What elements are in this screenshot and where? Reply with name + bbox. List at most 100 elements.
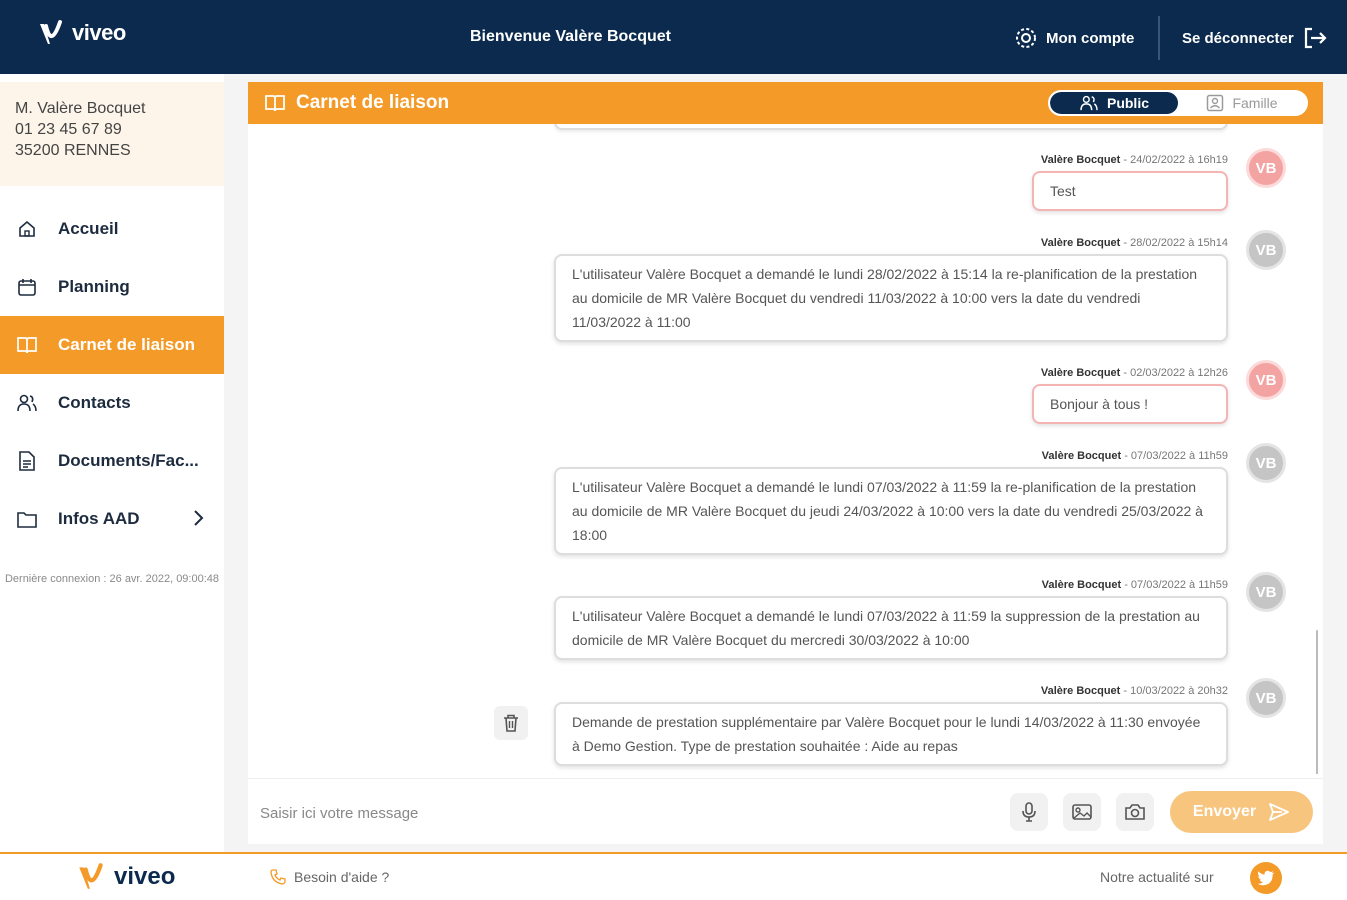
- avatar: VB: [1246, 230, 1286, 270]
- toggle-famille[interactable]: Famille: [1178, 92, 1306, 114]
- folder-icon: [16, 508, 38, 530]
- camera-icon: [1125, 804, 1145, 820]
- message-item: Valère Bocquet - 24/02/2022 à 16h19 Test: [1032, 154, 1228, 211]
- sidebar-item-label: Documents/Fac...: [58, 451, 199, 470]
- home-icon: [16, 218, 38, 240]
- message-input[interactable]: [248, 793, 988, 833]
- message-author: Valère Bocquet: [1040, 367, 1121, 379]
- help-label: Besoin d'aide ?: [294, 869, 390, 885]
- message-author: Valère Bocquet: [1041, 450, 1122, 462]
- message-composer: Envoyer: [248, 778, 1323, 844]
- panel-title-text: Carnet de liaison: [296, 92, 450, 113]
- message-date: - 28/02/2022 à 15h14: [1120, 237, 1228, 249]
- help-link[interactable]: Besoin d'aide ?: [270, 869, 389, 885]
- message-bubble: L'utilisateur Valère Bocquet a demandé l…: [554, 596, 1228, 660]
- delete-message-button[interactable]: [494, 706, 528, 740]
- account-label: Mon compte: [1046, 29, 1135, 47]
- twitter-link[interactable]: [1250, 862, 1282, 894]
- toggle-public[interactable]: Public: [1050, 92, 1178, 114]
- message-bubble: Bonjour à tous !: [1032, 384, 1228, 424]
- message-date: - 02/03/2022 à 12h26: [1120, 367, 1228, 379]
- brand-logo[interactable]: viveo: [36, 18, 126, 48]
- message-item: Valère Bocquet - 28/02/2022 à 15h14 L'ut…: [554, 237, 1228, 342]
- footer: viveo Besoin d'aide ? Notre actualité su…: [0, 852, 1347, 900]
- avatar: VB: [1246, 443, 1286, 483]
- footer-logo[interactable]: viveo: [74, 861, 175, 893]
- message-item: Valère Bocquet - 02/03/2022 à 12h26 Bonj…: [1032, 367, 1228, 424]
- header-divider: [1158, 16, 1160, 60]
- panel-title: Carnet de liaison: [264, 92, 449, 114]
- image-icon: [1072, 804, 1092, 820]
- user-name: M. Valère Bocquet: [15, 100, 146, 117]
- avatar: VB: [1246, 360, 1286, 400]
- send-icon: [1269, 803, 1289, 821]
- sidebar-item-contacts[interactable]: Contacts: [0, 374, 224, 432]
- message-meta: Valère Bocquet - 28/02/2022 à 15h14: [554, 237, 1228, 249]
- send-label: Envoyer: [1192, 803, 1257, 820]
- message-date: - 07/03/2022 à 11h59: [1121, 450, 1228, 462]
- message-item: Valère Bocquet - 07/03/2022 à 11h59 L'ut…: [554, 579, 1228, 660]
- phone-icon: [270, 869, 286, 885]
- sidebar-item-documents[interactable]: Documents/Fac...: [0, 432, 224, 490]
- chevron-right-icon: [192, 509, 204, 532]
- message-item: Valère Bocquet - 10/03/2022 à 20h32 Dema…: [554, 685, 1228, 766]
- sidebar-item-accueil[interactable]: Accueil: [0, 200, 224, 258]
- user-phone: 01 23 45 67 89: [15, 121, 122, 138]
- send-button[interactable]: Envoyer: [1170, 791, 1313, 833]
- trash-icon: [504, 714, 518, 732]
- gear-icon: [1016, 28, 1036, 48]
- sidebar-item-infos-aad[interactable]: Infos AAD: [0, 490, 224, 548]
- message-bubble: Demande de prestation supplémentaire par…: [554, 702, 1228, 766]
- message-meta: Valère Bocquet - 02/03/2022 à 12h26: [1032, 367, 1228, 379]
- avatar: VB: [1246, 678, 1286, 718]
- viveo-logo-icon: [40, 20, 62, 44]
- sidebar-item-label: Infos AAD: [58, 509, 140, 528]
- message-author: Valère Bocquet: [1041, 579, 1122, 591]
- contact-card-icon: [1207, 94, 1224, 112]
- sidebar-item-planning[interactable]: Planning: [0, 258, 224, 316]
- attach-image-button[interactable]: [1063, 793, 1101, 831]
- logout-label: Se déconnecter: [1182, 29, 1294, 47]
- message-author: Valère Bocquet: [1040, 685, 1121, 697]
- logout-button[interactable]: Se déconnecter: [1182, 26, 1328, 50]
- message-bubble: L'utilisateur Valère Bocquet a demandé l…: [554, 467, 1228, 555]
- book-icon: [16, 334, 38, 356]
- users-icon: [1080, 95, 1098, 111]
- message-date: - 10/03/2022 à 20h32: [1120, 685, 1228, 697]
- message-author: Valère Bocquet: [1040, 154, 1121, 166]
- voice-record-button[interactable]: [1010, 793, 1048, 831]
- panel-header: Carnet de liaison Public Famille: [248, 82, 1323, 124]
- sidebar-item-carnet[interactable]: Carnet de liaison: [0, 316, 224, 374]
- camera-button[interactable]: [1116, 793, 1154, 831]
- microphone-icon: [1022, 802, 1036, 822]
- previous-message-bubble: [554, 124, 1228, 130]
- sidebar: M. Valère Bocquet 01 23 45 67 89 35200 R…: [0, 74, 224, 852]
- message-bubble: L'utilisateur Valère Bocquet a demandé l…: [554, 254, 1228, 342]
- message-bubble: Test: [1032, 171, 1228, 211]
- user-card: M. Valère Bocquet 01 23 45 67 89 35200 R…: [0, 82, 224, 186]
- book-icon: [265, 95, 285, 112]
- sidebar-item-label: Contacts: [58, 393, 131, 412]
- visibility-toggle: Public Famille: [1048, 90, 1308, 116]
- sidebar-item-label: Accueil: [58, 219, 119, 238]
- calendar-icon: [16, 276, 38, 298]
- user-city: 35200 RENNES: [15, 142, 131, 159]
- twitter-icon: [1257, 870, 1274, 886]
- welcome-text: Bienvenue Valère Bocquet: [470, 28, 671, 45]
- last-connection: Dernière connexion : 26 avr. 2022, 09:00…: [4, 573, 220, 585]
- viveo-logo-icon: [79, 863, 103, 889]
- top-header: viveo Bienvenue Valère Bocquet Mon compt…: [0, 0, 1347, 74]
- footer-brand-name: viveo: [114, 863, 176, 890]
- message-scrollbar[interactable]: [1316, 630, 1318, 774]
- message-list[interactable]: Valère Bocquet - 24/02/2022 à 16h19 Test…: [248, 124, 1323, 774]
- document-icon: [16, 450, 38, 472]
- toggle-famille-label: Famille: [1232, 95, 1278, 111]
- message-item: Valère Bocquet - 07/03/2022 à 11h59 L'ut…: [554, 450, 1228, 555]
- brand-name: viveo: [72, 20, 126, 45]
- avatar: VB: [1246, 148, 1286, 188]
- sidebar-nav: Accueil Planning Carnet de liaison Conta…: [0, 200, 224, 548]
- account-button[interactable]: Mon compte: [1014, 26, 1134, 50]
- message-meta: Valère Bocquet - 07/03/2022 à 11h59: [554, 450, 1228, 462]
- news-label: Notre actualité sur: [1100, 869, 1214, 885]
- avatar: VB: [1246, 572, 1286, 612]
